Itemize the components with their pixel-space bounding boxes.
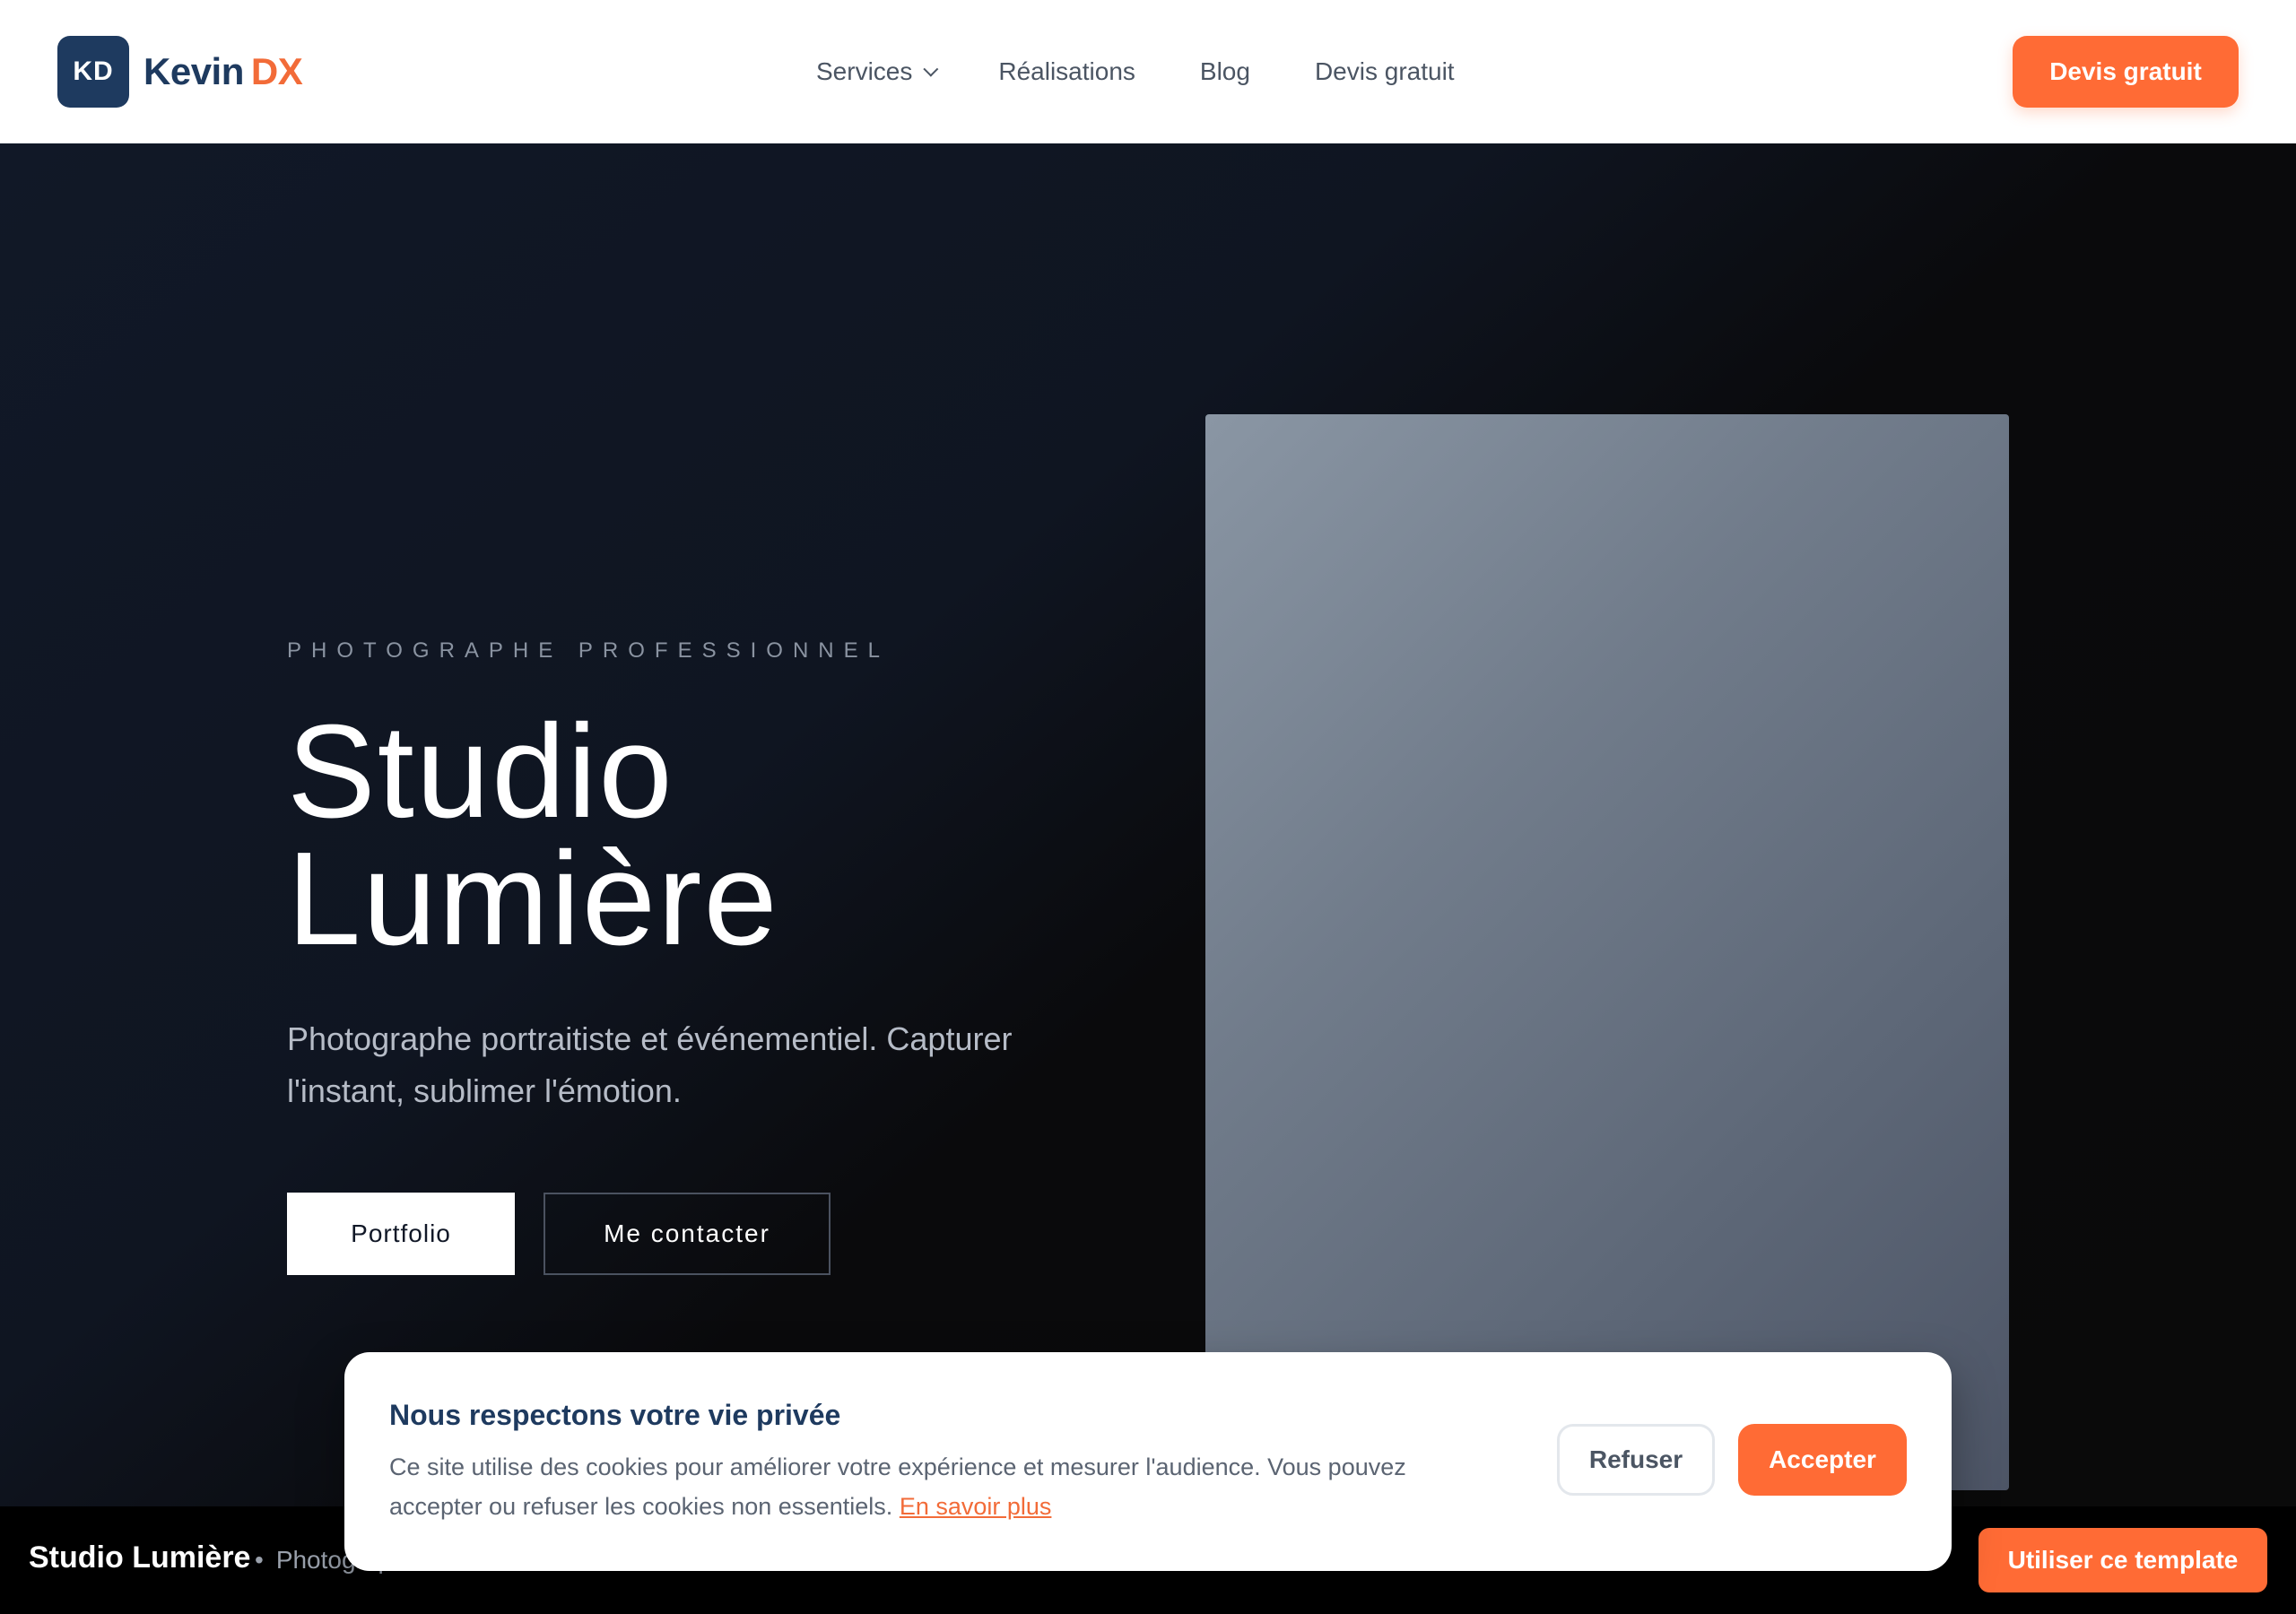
logo-text: Kevin DX: [144, 50, 303, 93]
hero-title: Studio Lumière: [287, 698, 779, 973]
hero-subtitle: Photographe portraitiste et événementiel…: [287, 1020, 1013, 1109]
nav-services[interactable]: Services: [816, 57, 939, 86]
contact-button[interactable]: Me contacter: [544, 1193, 831, 1275]
refuse-cookies-button[interactable]: Refuser: [1557, 1424, 1715, 1496]
cookie-text: Ce site utilise des cookies pour amélior…: [389, 1447, 1483, 1526]
bullet-icon: •: [255, 1546, 264, 1574]
nav-devis[interactable]: Devis gratuit: [1315, 57, 1455, 86]
hero-title-line2: Lumière: [287, 825, 779, 973]
site-logo[interactable]: KD Kevin DX: [57, 36, 303, 108]
template-title: Studio Lumière: [29, 1540, 251, 1575]
cookie-body: Ce site utilise des cookies pour amélior…: [389, 1453, 1406, 1520]
cookie-banner: Nous respectons votre vie privée Ce site…: [344, 1352, 1952, 1571]
nav-services-label: Services: [816, 57, 913, 85]
use-template-button[interactable]: Utiliser ce template: [1979, 1528, 2267, 1592]
nav-blog[interactable]: Blog: [1200, 57, 1250, 86]
hero-title-line1: Studio: [287, 698, 674, 846]
nav-realisations[interactable]: Réalisations: [998, 57, 1135, 86]
portfolio-button[interactable]: Portfolio: [287, 1193, 515, 1275]
hero-section: PHOTOGRAPHE PROFESSIONNEL Studio Lumière…: [0, 143, 2296, 1506]
hero-eyebrow: PHOTOGRAPHE PROFESSIONNEL: [287, 638, 890, 663]
free-quote-button[interactable]: Devis gratuit: [2013, 36, 2239, 108]
cookie-title: Nous respectons votre vie privée: [389, 1399, 841, 1431]
logo-accent: DX: [250, 50, 303, 92]
logo-badge: KD: [57, 36, 129, 108]
logo-name: Kevin: [144, 50, 244, 92]
accept-cookies-button[interactable]: Accepter: [1738, 1424, 1907, 1496]
chevron-down-icon: [923, 61, 939, 77]
hero-image-placeholder: [1205, 414, 2009, 1490]
main-nav: Services Réalisations Blog Devis gratuit: [816, 0, 1455, 143]
top-navigation: KD Kevin DX Services Réalisations Blog De…: [0, 0, 2296, 143]
learn-more-link[interactable]: En savoir plus: [900, 1493, 1052, 1520]
